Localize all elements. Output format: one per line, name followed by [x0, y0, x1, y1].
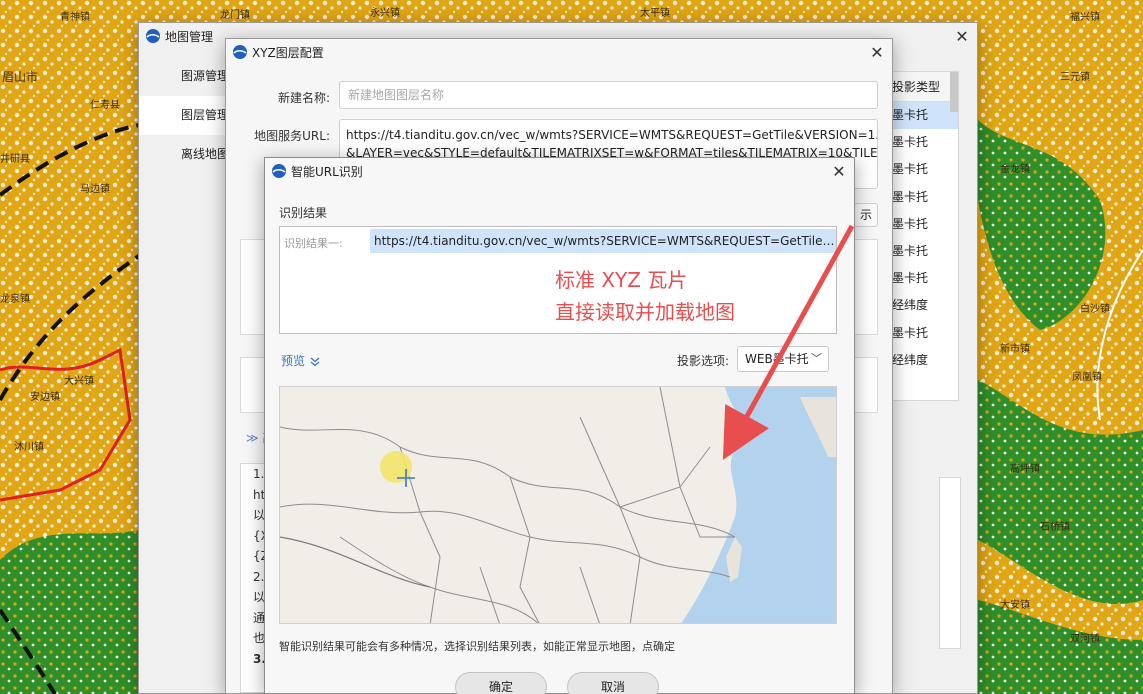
town-label: 仁寿县	[90, 100, 120, 111]
map-management-close-button[interactable]: ✕	[947, 23, 977, 49]
town-label: 青神镇	[60, 12, 90, 23]
projection-label: 投影选项:	[677, 354, 730, 368]
config-group-box	[854, 357, 878, 413]
table-scrollbar[interactable]	[950, 72, 958, 112]
result-item-label: 识别结果一:	[284, 237, 343, 250]
double-chevron-down-icon	[310, 357, 320, 366]
result-section-label: 识别结果	[279, 206, 328, 220]
layer-detail-panel	[939, 477, 961, 649]
town-label: 高坪镇	[1010, 464, 1040, 475]
town-label: 大安镇	[1000, 600, 1030, 611]
show-button[interactable]: 示	[854, 203, 878, 227]
town-label: 井研县	[0, 154, 30, 165]
map-management-nav: 图源管理 图层管理 离线地图	[139, 57, 229, 174]
ok-button[interactable]: 确定	[455, 672, 547, 694]
chevron-down-icon: ﹀	[811, 352, 822, 365]
preview-toggle[interactable]: 预览	[281, 352, 321, 369]
projection-select-value: WEB墨卡托	[745, 352, 809, 366]
town-label: 沐川镇	[14, 442, 44, 453]
town-label: 眉山市	[2, 70, 39, 84]
preview-toggle-label: 预览	[281, 354, 306, 368]
nav-item-offline[interactable]: 离线地图	[139, 135, 229, 174]
annotation-text: 直接读取并加载地图	[555, 300, 735, 324]
town-label: 龙泉镇	[0, 294, 30, 305]
town-label: 石桥镇	[1040, 522, 1070, 533]
town-label: 白沙镇	[1080, 304, 1110, 315]
smart-url-close-button[interactable]: ✕	[824, 158, 854, 184]
result-item-value[interactable]: https://t4.tianditu.gov.cn/vec_w/wmts?SE…	[370, 229, 836, 253]
town-label: 马边镇	[80, 184, 110, 195]
app-logo-icon	[272, 164, 286, 178]
app-logo-icon	[233, 45, 247, 59]
xyz-config-title: XYZ图层配置	[252, 45, 324, 60]
app-logo-icon	[146, 29, 160, 43]
town-label: 龙门镇	[220, 10, 250, 21]
smart-url-dialog: 智能URL识别 ✕ 识别结果 识别结果一: https://t4.tiandit…	[264, 157, 855, 694]
town-label: 安边镇	[30, 392, 60, 403]
town-label: 凤凰镇	[1072, 372, 1102, 383]
name-label: 新建名称:	[277, 91, 330, 105]
town-label: 大兴镇	[64, 376, 94, 387]
hint-note: 智能识别结果可能会有多种情况，选择识别结果列表，如能正常显示地图，点确定	[279, 640, 675, 653]
annotation-text: 标准 XYZ 瓦片	[555, 268, 688, 292]
url-label: 地图服务URL:	[254, 129, 330, 143]
town-label: 永兴镇	[370, 8, 400, 19]
town-label: 福兴镇	[1070, 12, 1100, 23]
town-label: 三元镇	[1060, 72, 1090, 83]
cancel-button[interactable]: 取消	[567, 672, 659, 694]
town-label: 新市镇	[1000, 344, 1030, 355]
map-management-title: 地图管理	[165, 29, 214, 44]
town-label: 金龙镇	[1000, 164, 1030, 175]
china-map-preview	[280, 387, 836, 623]
smart-url-title: 智能URL识别	[291, 164, 363, 179]
nav-item-source[interactable]: 图源管理	[139, 57, 229, 96]
xyz-config-titlebar[interactable]: XYZ图层配置 ✕	[226, 39, 892, 65]
town-label: 太平镇	[640, 8, 670, 19]
map-preview[interactable]	[279, 386, 837, 624]
town-label: 双河镇	[1070, 634, 1100, 645]
service-url-line: https://t4.tianditu.gov.cn/vec_w/wmts?SE…	[346, 128, 878, 142]
layer-name-input[interactable]	[339, 81, 878, 109]
smart-url-titlebar[interactable]: 智能URL识别 ✕	[265, 158, 854, 184]
xyz-config-close-button[interactable]: ✕	[862, 39, 892, 65]
projection-select[interactable]: WEB墨卡托 ﹀	[737, 346, 829, 372]
config-group-box	[854, 239, 878, 335]
nav-item-layer[interactable]: 图层管理	[139, 96, 229, 135]
